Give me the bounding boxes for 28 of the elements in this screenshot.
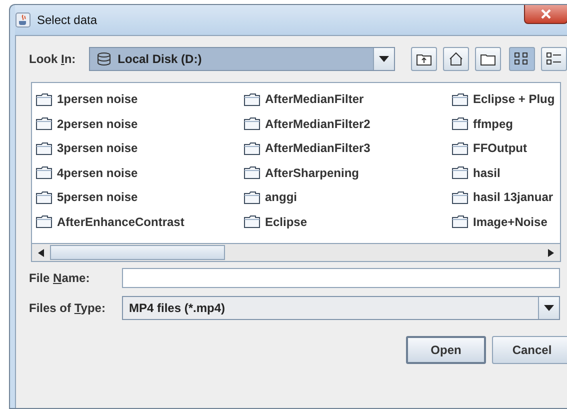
file-name-label: File Name: (29, 271, 91, 285)
folder-item[interactable]: hasil 13januar (452, 185, 560, 210)
folder-item[interactable]: AfterEnhanceContrast (36, 210, 244, 234)
folder-item[interactable]: AfterMedianFilter2 (244, 112, 452, 136)
folder-item[interactable]: AfterSharpening (244, 160, 452, 185)
folder-item[interactable]: Image+Noise (452, 210, 560, 234)
window-title: Select data (37, 13, 98, 27)
look-in-label: Look In: (29, 52, 76, 66)
folder-item[interactable]: hasil (452, 160, 560, 185)
folder-item[interactable]: Eclipse + Plug (452, 87, 560, 112)
folder-item[interactable]: anggi (244, 185, 452, 210)
folder-item[interactable]: 5persen noise (36, 185, 244, 210)
folder-item[interactable]: FFOutput (452, 136, 560, 160)
file-type-dropdown[interactable]: MP4 files (*.mp4) (122, 296, 560, 320)
folder-item[interactable]: ffmpeg (452, 112, 560, 136)
open-button[interactable]: Open (406, 336, 486, 364)
folder-item[interactable]: 3persen noise (36, 136, 244, 160)
folder-item[interactable]: 4persen noise (36, 160, 244, 185)
look-in-dropdown[interactable]: Local Disk (D:) (88, 47, 395, 71)
folder-item[interactable]: AfterMedianFilter3 (244, 136, 452, 160)
file-type-value: MP4 files (*.mp4) (129, 301, 226, 315)
folder-item[interactable]: AfterMedianFilter (244, 87, 452, 112)
look-in-value: Local Disk (D:) (118, 52, 203, 66)
folder-item[interactable]: 1persen noise (36, 87, 244, 112)
folder-item[interactable]: 2persen noise (36, 112, 244, 136)
folder-item[interactable]: Eclipse (244, 210, 452, 234)
cancel-button[interactable]: Cancel (492, 336, 567, 364)
file-type-label: Files of Type: (29, 301, 106, 315)
